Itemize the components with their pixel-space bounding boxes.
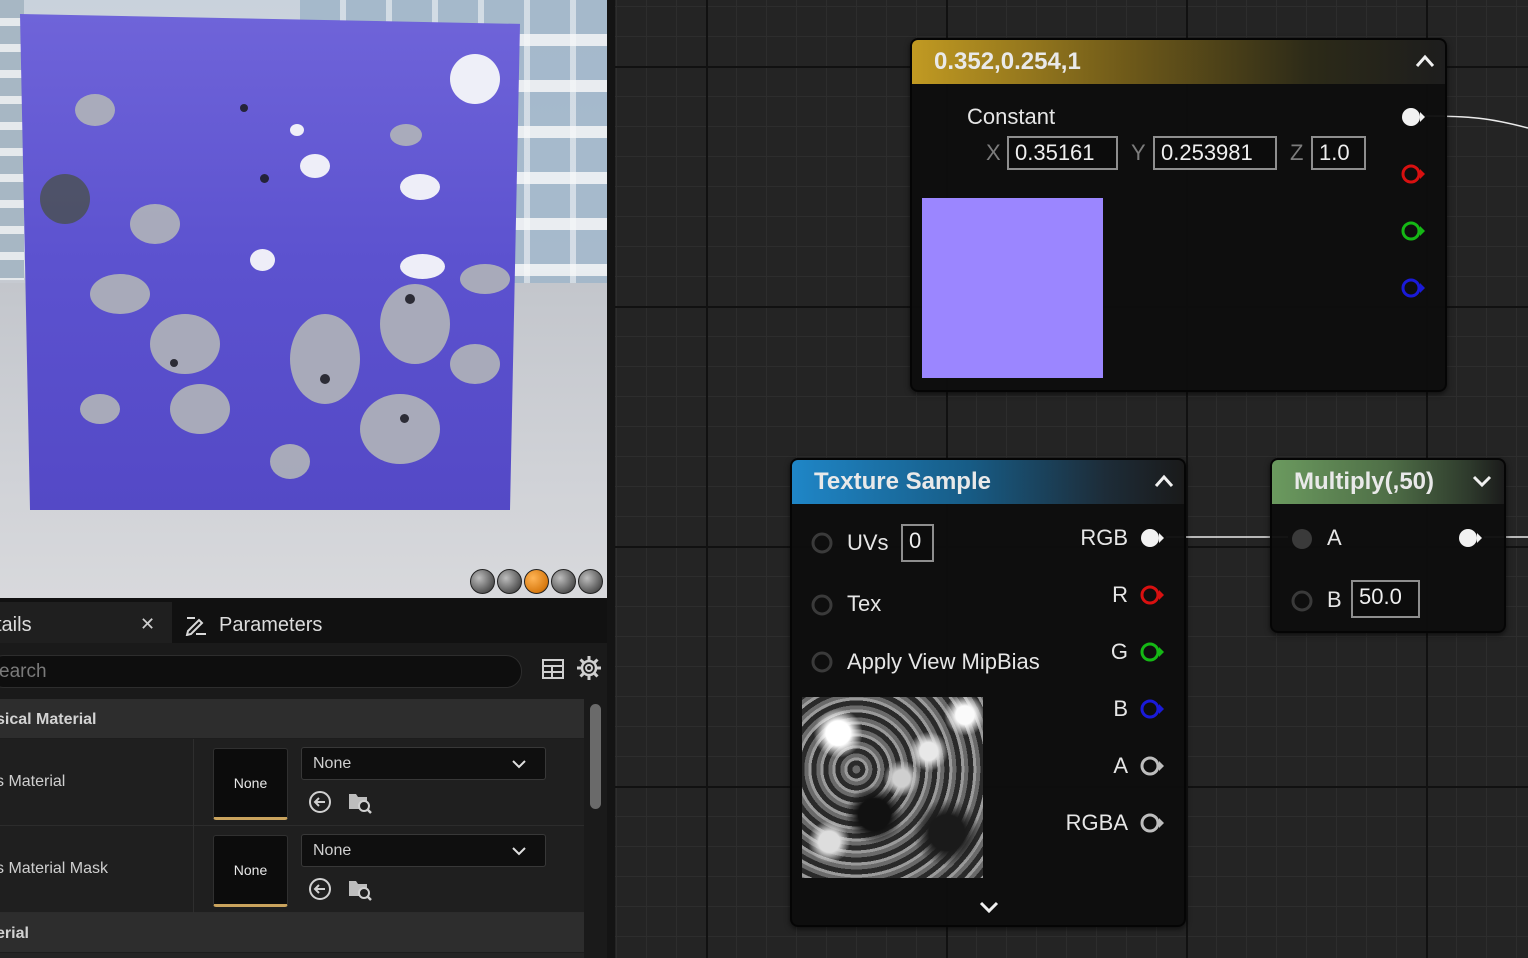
output-pin-green[interactable] xyxy=(1400,220,1426,242)
input-label-uvs: UVs xyxy=(847,530,889,555)
z-value-field[interactable]: 1.0 xyxy=(1311,136,1366,170)
node-header[interactable]: 0.352,0.254,1 xyxy=(912,40,1445,84)
property-list: sical Material s Material None None s Ma… xyxy=(0,699,584,958)
input-pin-a[interactable] xyxy=(1290,527,1314,551)
use-selected-asset-icon[interactable] xyxy=(308,877,332,901)
preview-mesh-plane xyxy=(20,14,520,510)
texture-sample-node[interactable]: Texture Sample UVs 0 Tex Apply View MipB… xyxy=(790,458,1186,927)
asset-thumbnail-label: None xyxy=(233,775,268,791)
category-physical-material[interactable]: sical Material xyxy=(0,699,584,739)
chevron-down-icon[interactable] xyxy=(1472,474,1492,488)
node-header[interactable]: Multiply(,50) xyxy=(1272,460,1504,504)
cube-preview-button[interactable] xyxy=(551,569,576,594)
input-pin-b[interactable] xyxy=(1290,589,1314,613)
node-title: Multiply(,50) xyxy=(1294,468,1435,495)
column-divider[interactable] xyxy=(193,739,194,826)
output-label-rgb: RGB xyxy=(1080,525,1128,550)
plane-preview-button[interactable] xyxy=(524,569,549,594)
y-value-field[interactable]: 0.253981 xyxy=(1153,136,1277,170)
cylinder-preview-button[interactable] xyxy=(470,569,495,594)
pencil-icon xyxy=(185,617,206,636)
material-editor: tails ✕ Parameters xyxy=(0,0,1528,958)
constant-label: Constant xyxy=(967,104,1056,129)
asset-picker-combo[interactable]: None xyxy=(301,834,546,867)
output-pin-rgb-white[interactable] xyxy=(1400,106,1426,128)
category-label: sical Material xyxy=(0,711,97,728)
panel-tab-bar: tails ✕ Parameters xyxy=(0,598,607,643)
output-pin-g[interactable] xyxy=(1139,641,1165,663)
asset-thumbnail-label: None xyxy=(233,862,268,878)
output-pin-result[interactable] xyxy=(1457,527,1483,549)
multiply-node[interactable]: Multiply(,50) A B 50.0 xyxy=(1270,458,1506,633)
b-value-field[interactable]: 50.0 xyxy=(1351,580,1420,618)
column-divider[interactable] xyxy=(193,826,194,913)
input-pin-uvs[interactable] xyxy=(810,531,834,555)
browse-asset-icon[interactable] xyxy=(347,789,373,815)
scrollbar-thumb[interactable] xyxy=(590,704,601,809)
custom-mesh-preview-button[interactable] xyxy=(578,569,603,594)
search-input[interactable] xyxy=(0,656,509,687)
node-title: 0.352,0.254,1 xyxy=(934,48,1081,75)
output-label-r: R xyxy=(1112,582,1128,607)
asset-thumbnail[interactable]: None xyxy=(213,835,288,907)
preview-viewport[interactable] xyxy=(0,0,607,598)
color-swatch xyxy=(922,198,1103,378)
output-pin-blue[interactable] xyxy=(1400,277,1426,299)
tab-details[interactable]: tails ✕ xyxy=(0,602,172,643)
category-material[interactable]: erial xyxy=(0,913,584,953)
asset-picker-value: None xyxy=(313,842,352,859)
close-icon[interactable]: ✕ xyxy=(140,614,155,635)
category-label: erial xyxy=(0,925,29,942)
output-label-g: G xyxy=(1110,639,1128,664)
node-title: Texture Sample xyxy=(814,468,991,495)
texture-thumbnail xyxy=(802,697,983,878)
tab-details-label: tails xyxy=(0,614,32,636)
z-axis-label: Z xyxy=(1290,140,1304,165)
asset-thumbnail[interactable]: None xyxy=(213,748,288,820)
y-axis-label: Y xyxy=(1131,140,1146,165)
chevron-up-icon[interactable] xyxy=(1154,474,1174,488)
output-pin-rgb[interactable] xyxy=(1139,527,1165,549)
browse-asset-icon[interactable] xyxy=(347,876,373,902)
output-pin-red[interactable] xyxy=(1400,163,1426,185)
property-name: s Material xyxy=(0,773,66,790)
node-header[interactable]: Texture Sample xyxy=(792,460,1184,504)
output-pin-rgba[interactable] xyxy=(1139,812,1165,834)
property-row-phys-material: s Material None None xyxy=(0,739,584,826)
constant3vector-node[interactable]: 0.352,0.254,1 Constant X 0.35161 Y 0.253… xyxy=(910,38,1447,392)
x-axis-label: X xyxy=(986,140,1001,165)
search-row xyxy=(0,643,607,699)
output-pin-b[interactable] xyxy=(1139,698,1165,720)
property-row-phys-material-mask: s Material Mask None None xyxy=(0,826,584,913)
output-pin-a[interactable] xyxy=(1139,755,1165,777)
details-panel: tails ✕ Parameters xyxy=(0,598,607,958)
input-pin-tex[interactable] xyxy=(810,593,834,617)
input-label-a: A xyxy=(1327,525,1342,550)
tab-parameters-label: Parameters xyxy=(219,614,323,636)
output-label-rgba: RGBA xyxy=(1065,810,1128,835)
uvs-index-field[interactable]: 0 xyxy=(901,524,934,562)
table-view-icon[interactable] xyxy=(541,657,565,681)
x-value-field[interactable]: 0.35161 xyxy=(1007,136,1118,170)
chevron-down-icon xyxy=(512,847,526,856)
search-box xyxy=(0,655,522,688)
output-label-a: A xyxy=(1113,753,1128,778)
input-label-b: B xyxy=(1327,587,1342,612)
input-label-tex: Tex xyxy=(847,591,882,616)
chevron-up-icon[interactable] xyxy=(1415,54,1435,68)
chevron-down-icon[interactable] xyxy=(978,900,1000,914)
sphere-preview-button[interactable] xyxy=(497,569,522,594)
output-pin-r[interactable] xyxy=(1139,584,1165,606)
use-selected-asset-icon[interactable] xyxy=(308,790,332,814)
preview-mesh-toolbar xyxy=(470,569,603,594)
background-building-left xyxy=(0,0,24,280)
output-label-b: B xyxy=(1113,696,1128,721)
property-name: s Material Mask xyxy=(0,860,109,877)
input-pin-apply-view-mipbias[interactable] xyxy=(810,650,834,674)
input-label-apply-view-mipbias: Apply View MipBias xyxy=(847,649,1040,674)
gear-icon[interactable] xyxy=(576,655,602,681)
asset-picker-value: None xyxy=(313,755,352,772)
chevron-down-icon xyxy=(512,760,526,769)
asset-picker-combo[interactable]: None xyxy=(301,747,546,780)
